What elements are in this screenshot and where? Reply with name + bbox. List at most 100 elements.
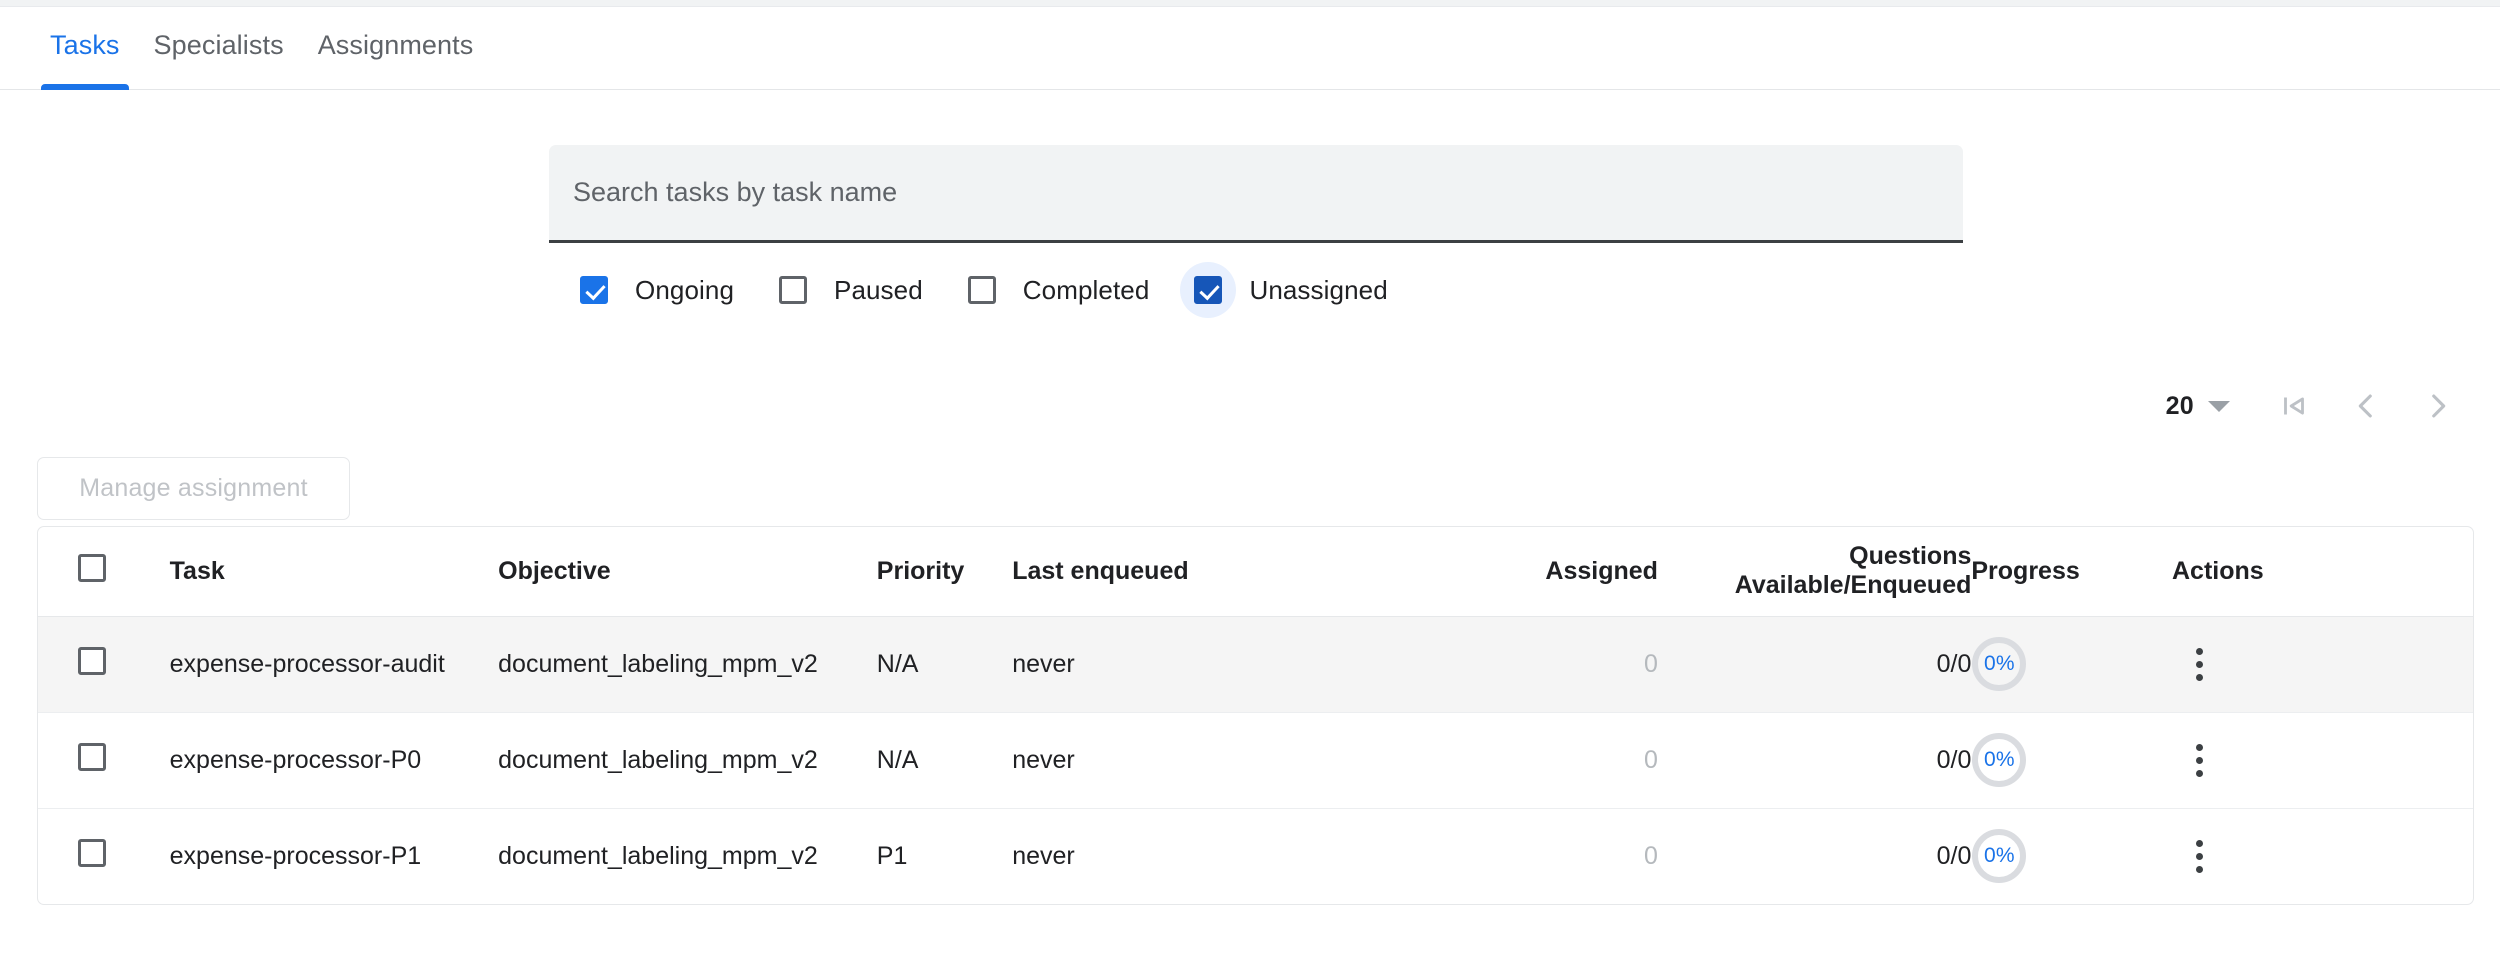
- search-field: [549, 145, 1963, 243]
- table-header-row: Task Objective Priority Last enqueued As…: [38, 527, 2473, 616]
- first-page-icon: [2277, 389, 2311, 423]
- tab-active-underline: [41, 84, 129, 90]
- header-actions: Actions: [2172, 527, 2473, 616]
- row-checkbox[interactable]: [78, 839, 106, 867]
- more-vert-icon: [2196, 770, 2203, 777]
- cell-priority: P1: [877, 808, 1012, 904]
- search-field-underline: [549, 240, 1963, 243]
- header-questions-line2: Available/Enqueued: [1658, 571, 1971, 600]
- row-checkbox[interactable]: [78, 647, 106, 675]
- header-objective[interactable]: Objective: [498, 527, 877, 616]
- filter-completed-hitbox: [954, 262, 1010, 318]
- filter-paused-hitbox: [765, 262, 821, 318]
- more-vert-icon: [2196, 674, 2203, 681]
- tab-assignments-label: Assignments: [318, 30, 474, 60]
- header-task[interactable]: Task: [170, 527, 499, 616]
- more-vert-icon: [2196, 744, 2203, 751]
- chevron-right-icon: [2421, 389, 2455, 423]
- filter-unassigned-label: Unassigned: [1249, 275, 1387, 306]
- row-select-cell: [38, 616, 170, 712]
- row-select-cell: [38, 712, 170, 808]
- filter-ongoing[interactable]: Ongoing: [566, 262, 765, 318]
- table-row[interactable]: expense-processor-audit document_labelin…: [38, 616, 2473, 712]
- header-priority[interactable]: Priority: [877, 527, 1012, 616]
- next-page-button[interactable]: [2402, 378, 2474, 434]
- cell-priority: N/A: [877, 616, 1012, 712]
- status-filter-group: Ongoing Paused Completed Unassigned: [566, 262, 1419, 318]
- cell-assigned: 0: [1269, 616, 1658, 712]
- tasks-table-element: Task Objective Priority Last enqueued As…: [38, 527, 2473, 904]
- tab-specialists-label: Specialists: [154, 30, 284, 60]
- cell-questions: 0/0: [1658, 616, 1971, 712]
- chevron-down-icon: [2208, 401, 2230, 412]
- progress-value: 0%: [1984, 844, 2015, 868]
- cell-objective: document_labeling_mpm_v2: [498, 808, 877, 904]
- progress-value: 0%: [1984, 748, 2015, 772]
- progress-ring[interactable]: 0%: [1971, 636, 2027, 692]
- tab-tasks-label: Tasks: [50, 30, 120, 60]
- checkbox-icon: [1194, 276, 1222, 304]
- cell-assigned: 0: [1269, 808, 1658, 904]
- row-menu-button[interactable]: [2172, 636, 2228, 692]
- select-all-header: [38, 527, 170, 616]
- cell-progress: 0%: [1971, 712, 2172, 808]
- filter-unassigned-hitbox: [1180, 262, 1236, 318]
- progress-ring[interactable]: 0%: [1971, 732, 2027, 788]
- row-menu-button[interactable]: [2172, 828, 2228, 884]
- cell-task: expense-processor-P1: [170, 808, 499, 904]
- checkbox-icon: [779, 276, 807, 304]
- cell-last-enqueued: never: [1012, 712, 1269, 808]
- manage-assignment-button[interactable]: Manage assignment: [37, 457, 350, 520]
- tab-bar: Tasks Specialists Assignments: [0, 7, 2500, 90]
- checkbox-icon: [580, 276, 608, 304]
- tab-assignments[interactable]: Assignments: [301, 7, 491, 90]
- row-select-cell: [38, 808, 170, 904]
- previous-page-button[interactable]: [2330, 378, 2402, 434]
- more-vert-icon: [2196, 757, 2203, 764]
- select-all-checkbox[interactable]: [78, 554, 106, 582]
- header-progress[interactable]: Progress: [1971, 527, 2172, 616]
- filter-unassigned[interactable]: Unassigned: [1180, 262, 1418, 318]
- tab-list: Tasks Specialists Assignments: [33, 7, 490, 90]
- header-questions[interactable]: Questions Available/Enqueued: [1658, 527, 1971, 616]
- row-menu-button[interactable]: [2172, 732, 2228, 788]
- cell-questions: 0/0: [1658, 712, 1971, 808]
- filter-ongoing-hitbox: [566, 262, 622, 318]
- cell-last-enqueued: never: [1012, 616, 1269, 712]
- paginator: 20: [2166, 378, 2474, 434]
- cell-task: expense-processor-audit: [170, 616, 499, 712]
- progress-value: 0%: [1984, 652, 2015, 676]
- tab-tasks[interactable]: Tasks: [33, 7, 137, 90]
- more-vert-icon: [2196, 866, 2203, 873]
- tasks-table-body: expense-processor-audit document_labelin…: [38, 616, 2473, 904]
- table-row[interactable]: expense-processor-P0 document_labeling_m…: [38, 712, 2473, 808]
- progress-ring[interactable]: 0%: [1971, 828, 2027, 884]
- cell-last-enqueued: never: [1012, 808, 1269, 904]
- cell-assigned: 0: [1269, 712, 1658, 808]
- first-page-button[interactable]: [2258, 378, 2330, 434]
- cell-objective: document_labeling_mpm_v2: [498, 712, 877, 808]
- cell-progress: 0%: [1971, 616, 2172, 712]
- row-checkbox[interactable]: [78, 743, 106, 771]
- more-vert-icon: [2196, 648, 2203, 655]
- filter-completed-label: Completed: [1023, 275, 1150, 306]
- checkbox-icon: [968, 276, 996, 304]
- more-vert-icon: [2196, 661, 2203, 668]
- filter-completed[interactable]: Completed: [954, 262, 1181, 318]
- tab-specialists[interactable]: Specialists: [137, 7, 301, 90]
- page-size-select[interactable]: 20: [2166, 392, 2230, 421]
- cell-actions: [2172, 712, 2473, 808]
- filter-ongoing-label: Ongoing: [635, 275, 734, 306]
- more-vert-icon: [2196, 853, 2203, 860]
- search-input[interactable]: [573, 145, 1939, 240]
- header-assigned[interactable]: Assigned: [1269, 527, 1658, 616]
- table-row[interactable]: expense-processor-P1 document_labeling_m…: [38, 808, 2473, 904]
- cell-objective: document_labeling_mpm_v2: [498, 616, 877, 712]
- header-last-enqueued[interactable]: Last enqueued: [1012, 527, 1269, 616]
- cell-progress: 0%: [1971, 808, 2172, 904]
- filter-paused-label: Paused: [834, 275, 923, 306]
- header-questions-line1: Questions: [1658, 542, 1971, 571]
- filter-paused[interactable]: Paused: [765, 262, 954, 318]
- page-size-value: 20: [2166, 392, 2194, 421]
- cell-priority: N/A: [877, 712, 1012, 808]
